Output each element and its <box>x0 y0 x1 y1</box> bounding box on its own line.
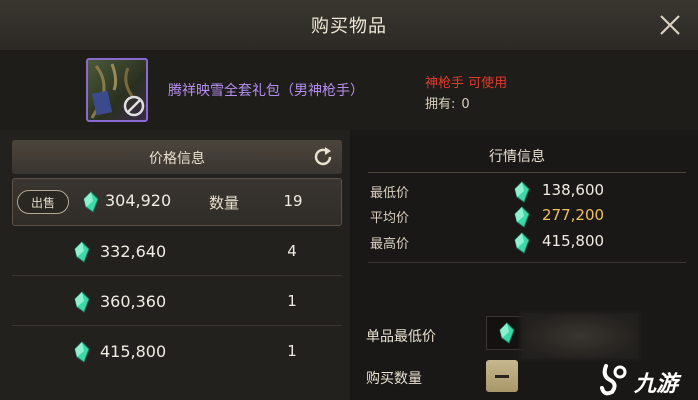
item-artwork-icon <box>90 63 145 119</box>
decrease-qty-button[interactable] <box>486 360 518 392</box>
divider <box>368 172 686 173</box>
price-row[interactable]: 360,360 1 <box>12 278 342 326</box>
close-button[interactable] <box>655 10 685 40</box>
gem-icon <box>74 291 90 313</box>
row-qty: 19 <box>283 192 303 210</box>
owned-count: 拥有: 0 <box>425 93 470 112</box>
watermark: 九游 <box>598 360 698 400</box>
market-row-label: 平均价 <box>370 211 410 226</box>
price-row[interactable]: 332,640 4 <box>12 228 342 276</box>
owned-label: 拥有: <box>425 97 456 112</box>
unit-min-price-label: 单品最低价 <box>366 329 436 345</box>
buy-qty-label: 购买数量 <box>366 371 422 387</box>
qty-label: 数量 <box>209 194 240 212</box>
owned-value: 0 <box>461 97 470 112</box>
row-qty: 1 <box>287 292 297 310</box>
gem-icon <box>74 241 90 263</box>
watermark-logo-icon <box>600 364 627 396</box>
price-header-title: 价格信息 <box>149 151 205 167</box>
dialog-title: 购买物品 <box>311 16 387 37</box>
row-price: 360,360 <box>100 292 167 311</box>
market-row-value: 138,600 <box>542 181 605 199</box>
refresh-icon <box>314 147 332 166</box>
gem-icon <box>514 232 530 254</box>
row-qty: 4 <box>287 242 297 260</box>
market-row-value: 415,800 <box>542 232 605 250</box>
usable-class: 神枪手 可使用 <box>425 76 508 91</box>
price-header: 价格信息 <box>12 140 342 174</box>
gem-icon <box>499 322 515 344</box>
row-qty: 1 <box>287 342 297 360</box>
market-header: 行情信息 <box>489 149 545 165</box>
row-price: 332,640 <box>100 242 167 261</box>
item-image[interactable] <box>86 58 148 122</box>
refresh-button[interactable] <box>312 146 334 168</box>
price-row[interactable]: 出售 304,920 数量 19 <box>12 178 342 226</box>
row-price: 415,800 <box>100 342 167 361</box>
sell-button[interactable]: 出售 <box>17 190 69 214</box>
gem-icon <box>514 206 530 228</box>
market-row-label: 最低价 <box>370 186 410 201</box>
watermark-text: 九游 <box>634 372 679 397</box>
gem-icon <box>514 181 530 203</box>
market-row-value: 277,200 <box>542 206 605 224</box>
blurred-region <box>520 312 640 360</box>
row-price: 304,920 <box>105 191 172 210</box>
gem-icon <box>74 341 90 363</box>
price-row[interactable]: 415,800 1 <box>12 328 342 376</box>
gem-icon <box>83 191 99 213</box>
divider <box>368 262 686 263</box>
market-row-label: 最高价 <box>370 237 410 252</box>
item-name: 腾祥映雪全套礼包（男神枪手） <box>168 83 364 99</box>
close-icon <box>660 15 680 35</box>
